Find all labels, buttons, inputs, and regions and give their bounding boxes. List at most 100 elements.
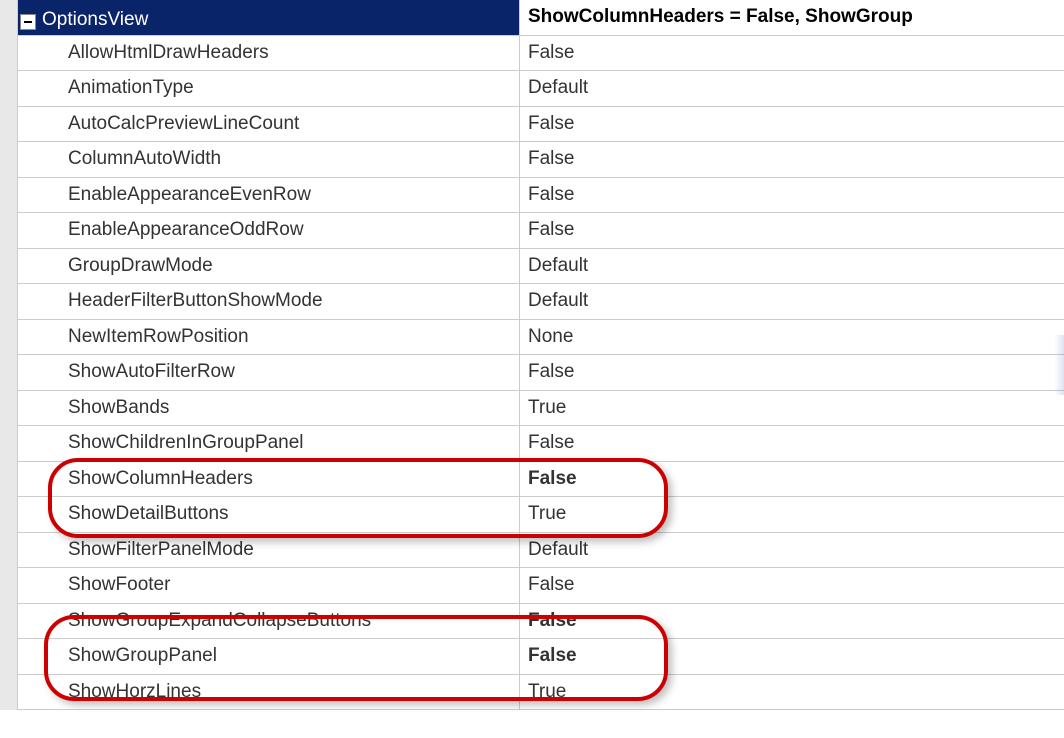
- property-name: ShowChildrenInGroupPanel: [68, 432, 304, 454]
- property-value-cell[interactable]: Default: [520, 284, 1064, 319]
- property-name-cell: ShowColumnHeaders: [18, 462, 520, 497]
- property-value-cell[interactable]: False: [520, 142, 1064, 177]
- property-row[interactable]: EnableAppearanceEvenRow False: [18, 178, 1064, 214]
- property-name: ShowGroupPanel: [68, 645, 217, 667]
- property-name: EnableAppearanceEvenRow: [68, 184, 311, 206]
- property-value: False: [528, 468, 577, 490]
- property-name-cell: GroupDrawMode: [18, 249, 520, 284]
- property-name-cell: ShowFilterPanelMode: [18, 533, 520, 568]
- property-row[interactable]: AnimationType Default: [18, 71, 1064, 107]
- property-value: Default: [528, 255, 588, 277]
- grid-content: OptionsView ShowColumnHeaders = False, S…: [18, 0, 1064, 710]
- property-name: AnimationType: [68, 77, 194, 99]
- property-value: None: [528, 326, 573, 348]
- property-value-cell[interactable]: True: [520, 675, 1064, 710]
- property-row[interactable]: ShowFilterPanelMode Default: [18, 533, 1064, 569]
- property-value-cell[interactable]: False: [520, 107, 1064, 142]
- property-name: HeaderFilterButtonShowMode: [68, 290, 323, 312]
- property-name: ShowBands: [68, 397, 169, 419]
- property-name: ShowFilterPanelMode: [68, 539, 254, 561]
- property-grid: OptionsView ShowColumnHeaders = False, S…: [0, 0, 1064, 710]
- property-name-cell: NewItemRowPosition: [18, 320, 520, 355]
- property-row[interactable]: AllowHtmlDrawHeaders False: [18, 36, 1064, 72]
- property-value: False: [528, 148, 574, 170]
- property-name: ShowDetailButtons: [68, 503, 229, 525]
- property-row[interactable]: ShowBands True: [18, 391, 1064, 427]
- property-value-cell[interactable]: False: [520, 604, 1064, 639]
- property-value-cell[interactable]: True: [520, 497, 1064, 532]
- property-value: False: [528, 574, 574, 596]
- property-value: True: [528, 503, 566, 525]
- property-name: AutoCalcPreviewLineCount: [68, 113, 299, 135]
- property-name: ShowFooter: [68, 574, 170, 596]
- property-value-cell[interactable]: False: [520, 426, 1064, 461]
- property-value: False: [528, 645, 577, 667]
- property-row[interactable]: NewItemRowPosition None: [18, 320, 1064, 356]
- property-value-cell[interactable]: False: [520, 568, 1064, 603]
- property-name-cell: ShowBands: [18, 391, 520, 426]
- property-name-cell: ShowFooter: [18, 568, 520, 603]
- property-value-cell[interactable]: False: [520, 36, 1064, 71]
- property-value-cell[interactable]: Default: [520, 533, 1064, 568]
- property-name-cell: ShowGroupPanel: [18, 639, 520, 674]
- property-value-cell[interactable]: False: [520, 213, 1064, 248]
- property-value-cell[interactable]: False: [520, 355, 1064, 390]
- property-row[interactable]: ShowHorzLines True: [18, 675, 1064, 711]
- property-name-cell: ShowDetailButtons: [18, 497, 520, 532]
- property-name: ShowColumnHeaders: [68, 468, 253, 490]
- property-value-cell[interactable]: False: [520, 639, 1064, 674]
- property-name-cell: AutoCalcPreviewLineCount: [18, 107, 520, 142]
- property-name: AllowHtmlDrawHeaders: [68, 42, 269, 64]
- property-row[interactable]: ShowColumnHeaders False: [18, 462, 1064, 498]
- property-name-cell: ShowHorzLines: [18, 675, 520, 710]
- property-row[interactable]: ShowChildrenInGroupPanel False: [18, 426, 1064, 462]
- property-value: Default: [528, 77, 588, 99]
- property-value-cell[interactable]: False: [520, 178, 1064, 213]
- category-row[interactable]: OptionsView ShowColumnHeaders = False, S…: [18, 0, 1064, 36]
- property-row[interactable]: ColumnAutoWidth False: [18, 142, 1064, 178]
- property-name-cell: EnableAppearanceOddRow: [18, 213, 520, 248]
- property-name: NewItemRowPosition: [68, 326, 249, 348]
- property-value: False: [528, 219, 574, 241]
- property-name: GroupDrawMode: [68, 255, 213, 277]
- property-value: False: [528, 432, 574, 454]
- property-row[interactable]: HeaderFilterButtonShowMode Default: [18, 284, 1064, 320]
- property-row[interactable]: ShowFooter False: [18, 568, 1064, 604]
- property-row[interactable]: AutoCalcPreviewLineCount False: [18, 107, 1064, 143]
- property-row[interactable]: ShowDetailButtons True: [18, 497, 1064, 533]
- property-name: ColumnAutoWidth: [68, 148, 221, 170]
- property-value-cell[interactable]: Default: [520, 249, 1064, 284]
- property-name: EnableAppearanceOddRow: [68, 219, 304, 241]
- property-name: ShowAutoFilterRow: [68, 361, 235, 383]
- property-value: False: [528, 610, 577, 632]
- property-value: False: [528, 113, 574, 135]
- property-name-cell: AnimationType: [18, 71, 520, 106]
- property-value-cell[interactable]: True: [520, 391, 1064, 426]
- property-row[interactable]: EnableAppearanceOddRow False: [18, 213, 1064, 249]
- property-value: False: [528, 42, 574, 64]
- property-name-cell: ShowChildrenInGroupPanel: [18, 426, 520, 461]
- property-value-cell[interactable]: Default: [520, 71, 1064, 106]
- property-value: Default: [528, 539, 588, 561]
- property-row[interactable]: ShowGroupPanel False: [18, 639, 1064, 675]
- property-rows: AllowHtmlDrawHeaders False AnimationType De…: [18, 36, 1064, 711]
- property-value-cell[interactable]: False: [520, 462, 1064, 497]
- category-name-cell: OptionsView: [18, 0, 520, 35]
- property-value-cell[interactable]: None: [520, 320, 1064, 355]
- property-name-cell: ColumnAutoWidth: [18, 142, 520, 177]
- property-value: True: [528, 681, 566, 703]
- scroll-hint: [1054, 335, 1064, 395]
- property-name-cell: ShowAutoFilterRow: [18, 355, 520, 390]
- property-value: True: [528, 397, 566, 419]
- category-summary: ShowColumnHeaders = False, ShowGroup: [528, 6, 913, 28]
- property-row[interactable]: GroupDrawMode Default: [18, 249, 1064, 285]
- property-name: ShowHorzLines: [68, 681, 201, 703]
- collapse-icon[interactable]: [20, 14, 36, 30]
- property-name-cell: AllowHtmlDrawHeaders: [18, 36, 520, 71]
- property-name: ShowGroupExpandCollapseButtons: [68, 610, 371, 632]
- property-row[interactable]: ShowGroupExpandCollapseButtons False: [18, 604, 1064, 640]
- property-value: False: [528, 361, 574, 383]
- property-name-cell: ShowGroupExpandCollapseButtons: [18, 604, 520, 639]
- property-row[interactable]: ShowAutoFilterRow False: [18, 355, 1064, 391]
- property-name-cell: HeaderFilterButtonShowMode: [18, 284, 520, 319]
